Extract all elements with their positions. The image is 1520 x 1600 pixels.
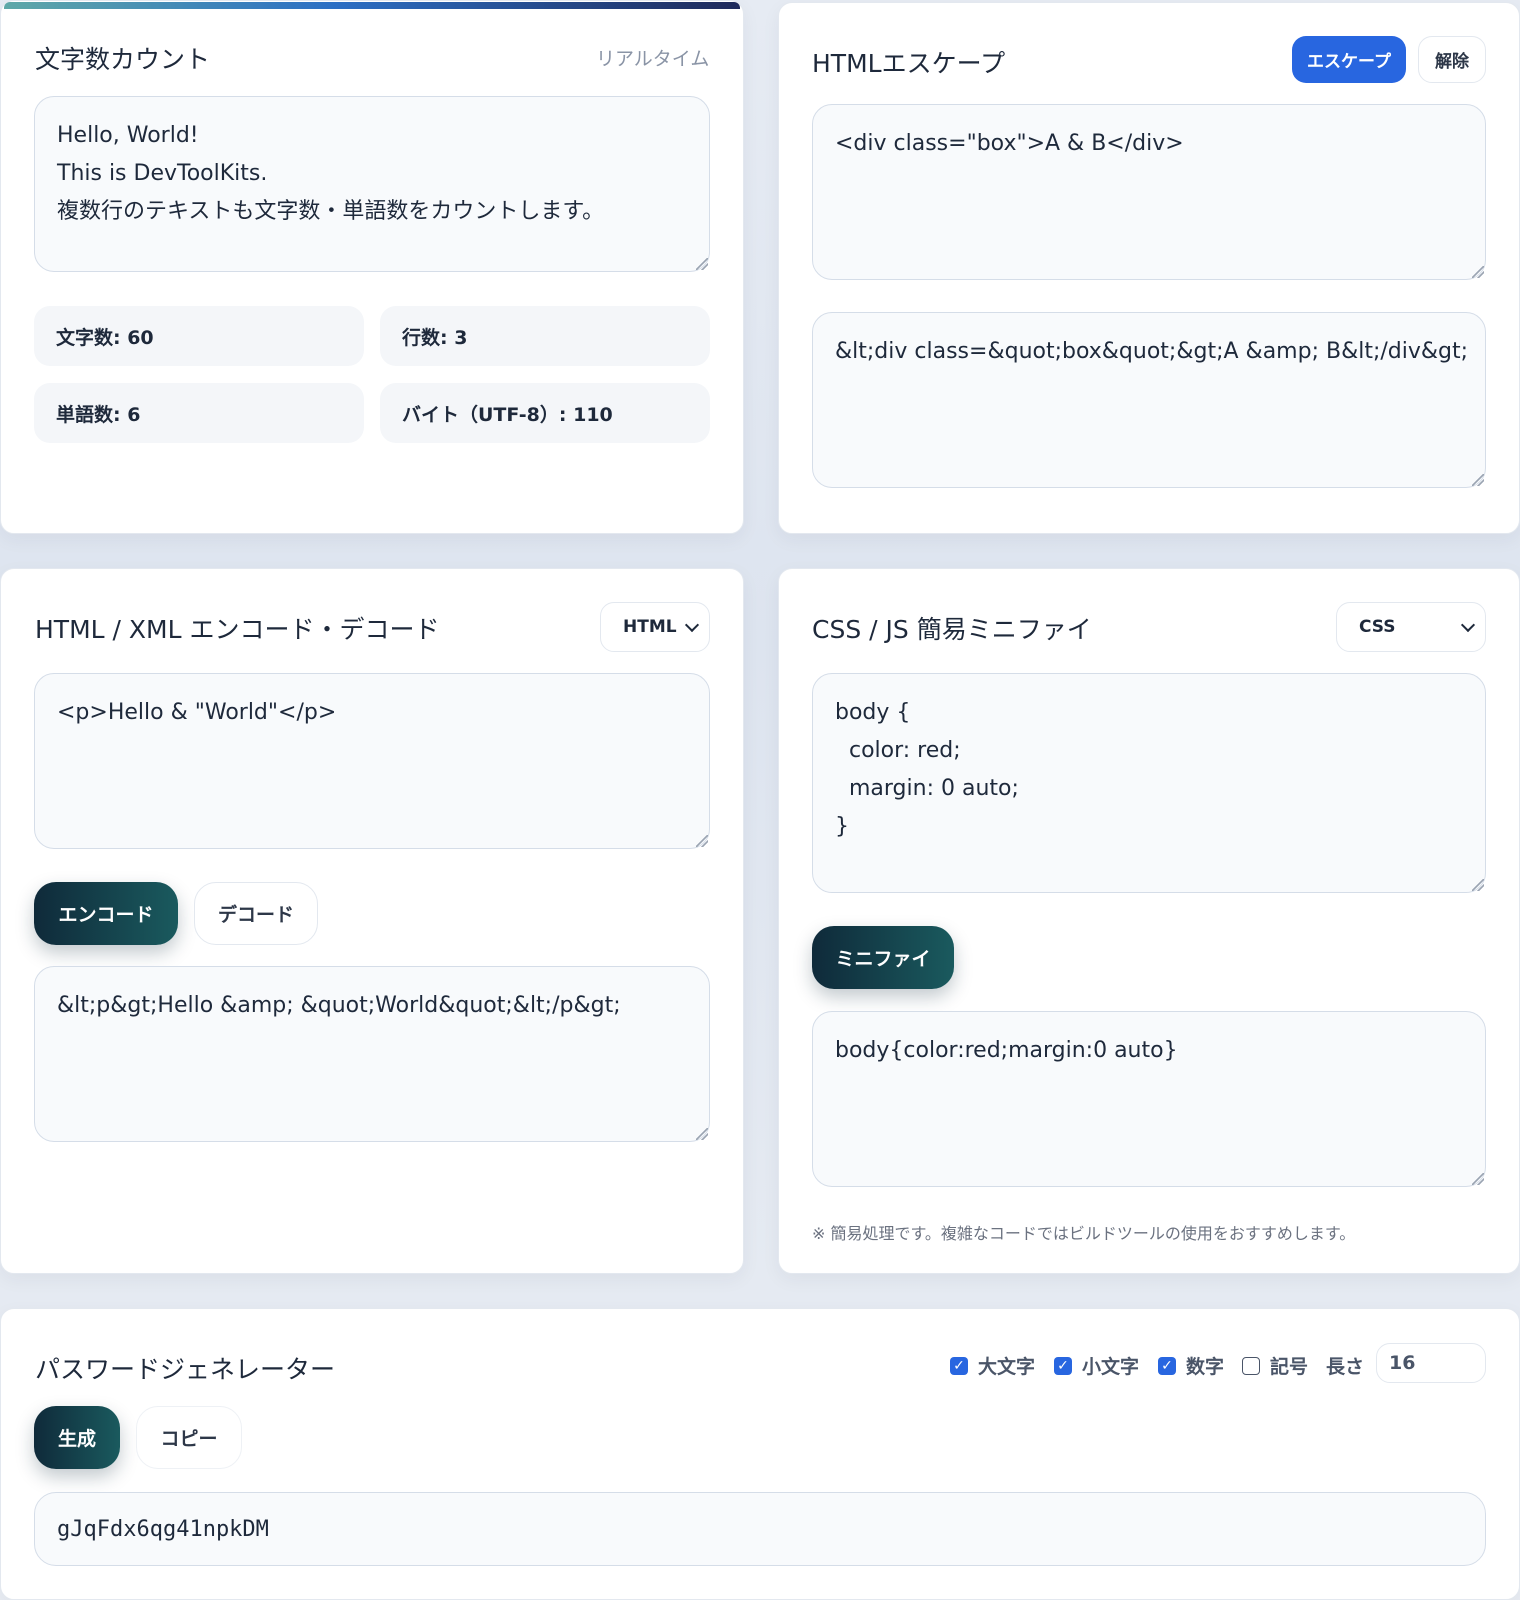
minify-note: ※ 簡易処理です。複雑なコードではビルドツールの使用をおすすめします。 [812, 1224, 1356, 1243]
stat-byte-count: バイト（UTF-8）: 110 [380, 383, 710, 443]
lang-select[interactable]: CSS [1336, 602, 1486, 652]
password-output[interactable]: gJqFdx6qg41npkDM [34, 1492, 1486, 1566]
generate-button[interactable]: 生成 [34, 1406, 120, 1469]
length-label: 長さ [1326, 1352, 1364, 1379]
resize-grip-icon[interactable] [1472, 266, 1484, 278]
stat-line-count: 行数: 3 [380, 306, 710, 366]
checkbox-checked-icon[interactable]: ✓ [950, 1356, 968, 1375]
length-label-text: 長さ [1326, 1356, 1365, 1378]
resize-grip-icon[interactable] [1472, 474, 1484, 486]
option-digits-label: 数字 [1186, 1356, 1225, 1378]
option-symbols[interactable]: 記号 [1242, 1352, 1308, 1379]
stat-char-count: 文字数: 60 [34, 306, 364, 366]
minify-input[interactable]: body { color: red; margin: 0 auto; } [812, 673, 1486, 893]
password-title: パスワードジェネレーター [35, 1355, 336, 1384]
escape-output[interactable]: &lt;div class=&quot;box&quot;&gt;A &amp;… [812, 312, 1486, 488]
option-lowercase-label: 小文字 [1082, 1356, 1140, 1378]
checkbox-checked-icon[interactable]: ✓ [1158, 1356, 1176, 1375]
option-uppercase-label: 大文字 [978, 1356, 1036, 1378]
encode-button[interactable]: エンコード [34, 882, 178, 945]
char-count-input[interactable]: Hello, World! This is DevToolKits. 複数行のテ… [34, 96, 710, 272]
format-select-value: HTML [623, 617, 677, 637]
length-input-value: 16 [1389, 1352, 1416, 1374]
encode-input[interactable]: <p>Hello & "World"</p> [34, 673, 710, 849]
checkbox-checked-icon[interactable]: ✓ [1054, 1356, 1072, 1375]
card-accent-bar [4, 2, 740, 9]
minify-output[interactable]: body{color:red;margin:0 auto} [812, 1011, 1486, 1187]
encode-output[interactable]: &lt;p&gt;Hello &amp; &quot;World&quot;&l… [34, 966, 710, 1142]
option-lowercase[interactable]: ✓ 小文字 [1054, 1352, 1139, 1379]
format-select[interactable]: HTML [600, 602, 710, 652]
unescape-button[interactable]: 解除 [1418, 36, 1486, 83]
copy-button[interactable]: コピー [136, 1406, 242, 1469]
resize-grip-icon[interactable] [1472, 1173, 1484, 1185]
lang-select-value: CSS [1359, 617, 1396, 637]
encode-decode-title: HTML / XML エンコード・デコード [35, 615, 440, 644]
resize-grip-icon[interactable] [696, 835, 708, 847]
option-digits[interactable]: ✓ 数字 [1158, 1352, 1224, 1379]
resize-grip-icon[interactable] [696, 1128, 708, 1140]
stat-word-count: 単語数: 6 [34, 383, 364, 443]
realtime-label: リアルタイム [596, 48, 710, 70]
escape-button[interactable]: エスケープ [1292, 36, 1406, 83]
minify-button[interactable]: ミニファイ [812, 926, 954, 989]
length-input[interactable]: 16 [1376, 1343, 1486, 1383]
resize-grip-icon[interactable] [696, 258, 708, 270]
chevron-down-icon [684, 617, 700, 633]
checkbox-unchecked-icon[interactable] [1242, 1356, 1260, 1375]
escape-input[interactable]: <div class="box">A & B</div> [812, 104, 1486, 280]
char-count-title: 文字数カウント [35, 45, 211, 74]
html-escape-title: HTMLエスケープ [812, 49, 1006, 78]
decode-button[interactable]: デコード [194, 882, 318, 945]
option-uppercase[interactable]: ✓ 大文字 [950, 1352, 1035, 1379]
resize-grip-icon[interactable] [1472, 879, 1484, 891]
chevron-down-icon [1460, 617, 1476, 633]
minify-title: CSS / JS 簡易ミニファイ [812, 615, 1092, 644]
option-symbols-label: 記号 [1270, 1356, 1309, 1378]
